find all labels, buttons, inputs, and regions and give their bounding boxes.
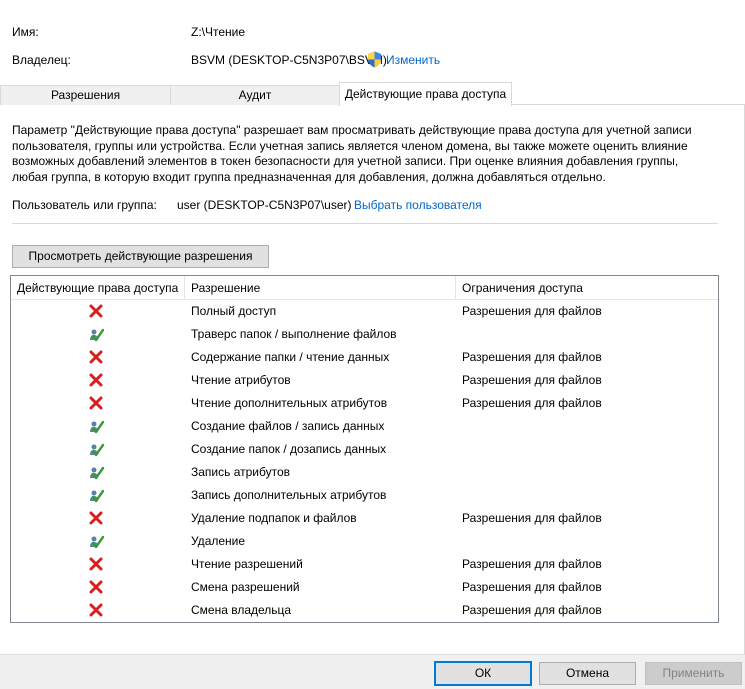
table-row[interactable]: Содержание папки / чтение данных Разрешен… xyxy=(11,346,718,369)
table-row[interactable]: Смена разрешений Разрешения для файлов xyxy=(11,576,718,599)
column-header-permission[interactable]: Разрешение xyxy=(191,281,260,295)
column-header-effective-access[interactable]: Действующие права доступа xyxy=(17,281,178,295)
ok-button[interactable]: ОК xyxy=(434,661,532,686)
allowed-check-icon xyxy=(89,534,105,549)
tab-permissions[interactable]: Разрешения xyxy=(0,85,171,105)
table-row[interactable]: Траверс папок / выполнение файлов xyxy=(11,323,718,346)
access-limited-by: Разрешения для файлов xyxy=(462,580,602,594)
effective-access-table: Действующие права доступа Разрешение Огр… xyxy=(10,275,719,623)
permission-name: Удаление xyxy=(191,534,246,548)
column-separator[interactable] xyxy=(184,276,185,299)
column-header-access-limited-by[interactable]: Ограничения доступа xyxy=(462,281,583,295)
owner-label: Владелец: xyxy=(12,53,71,67)
permission-name: Чтение атрибутов xyxy=(191,373,291,387)
denied-x-icon xyxy=(89,350,103,364)
table-row[interactable]: Запись дополнительных атрибутов xyxy=(11,484,718,507)
table-row[interactable]: Чтение дополнительных атрибутов Разрешени… xyxy=(11,392,718,415)
table-header: Действующие права доступа Разрешение Огр… xyxy=(11,276,718,300)
access-limited-by: Разрешения для файлов xyxy=(462,603,602,617)
denied-x-icon xyxy=(89,304,103,318)
change-owner-link[interactable]: Изменить xyxy=(386,53,440,67)
table-row[interactable]: Полный доступ Разрешения для файлов xyxy=(11,300,718,323)
allowed-check-icon xyxy=(89,488,105,503)
denied-x-icon xyxy=(89,557,103,571)
divider xyxy=(12,223,718,224)
access-limited-by: Разрешения для файлов xyxy=(462,396,602,410)
cancel-button[interactable]: Отмена xyxy=(539,662,636,685)
allowed-check-icon xyxy=(89,465,105,480)
permission-name: Чтение разрешений xyxy=(191,557,303,571)
permission-name: Чтение дополнительных атрибутов xyxy=(191,396,388,410)
apply-button[interactable]: Применить xyxy=(645,662,742,685)
permission-name: Траверс папок / выполнение файлов xyxy=(191,327,397,341)
view-effective-access-button[interactable]: Просмотреть действующие разрешения xyxy=(12,245,269,268)
table-row[interactable]: Чтение разрешений Разрешения для файлов xyxy=(11,553,718,576)
permission-name: Полный доступ xyxy=(191,304,277,318)
access-limited-by: Разрешения для файлов xyxy=(462,511,602,525)
table-row[interactable]: Удаление xyxy=(11,530,718,553)
tab-effective-access[interactable]: Действующие права доступа xyxy=(339,82,512,106)
access-limited-by: Разрешения для файлов xyxy=(462,373,602,387)
denied-x-icon xyxy=(89,396,103,410)
column-separator[interactable] xyxy=(455,276,456,299)
permission-name: Содержание папки / чтение данных xyxy=(191,350,390,364)
permission-name: Запись атрибутов xyxy=(191,465,291,479)
access-limited-by: Разрешения для файлов xyxy=(462,304,602,318)
access-limited-by: Разрешения для файлов xyxy=(462,350,602,364)
name-label: Имя: xyxy=(12,25,39,39)
table-row[interactable]: Создание папок / дозапись данных xyxy=(11,438,718,461)
permission-name: Удаление подпапок и файлов xyxy=(191,511,357,525)
permission-name: Запись дополнительных атрибутов xyxy=(191,488,387,502)
denied-x-icon xyxy=(89,373,103,387)
allowed-check-icon xyxy=(89,419,105,434)
permission-name: Создание папок / дозапись данных xyxy=(191,442,387,456)
table-row[interactable]: Смена владельца Разрешения для файлов xyxy=(11,599,718,622)
object-name-value: Z:\Чтение xyxy=(191,25,246,39)
denied-x-icon xyxy=(89,603,103,617)
description-text: Параметр "Действующие права доступа" раз… xyxy=(12,123,692,184)
permission-name: Создание файлов / запись данных xyxy=(191,419,385,433)
owner-value: BSVM (DESKTOP-C5N3P07\BSVM) xyxy=(191,53,387,67)
table-row[interactable]: Запись атрибутов xyxy=(11,461,718,484)
uac-shield-icon xyxy=(367,51,382,68)
select-user-link[interactable]: Выбрать пользователя xyxy=(354,198,482,212)
user-group-label: Пользователь или группа: xyxy=(12,198,157,212)
denied-x-icon xyxy=(89,511,103,525)
table-row[interactable]: Создание файлов / запись данных xyxy=(11,415,718,438)
table-row[interactable]: Удаление подпапок и файлов Разрешения для… xyxy=(11,507,718,530)
permission-name: Смена владельца xyxy=(191,603,292,617)
denied-x-icon xyxy=(89,580,103,594)
allowed-check-icon xyxy=(89,327,105,342)
permission-name: Смена разрешений xyxy=(191,580,300,594)
tab-audit[interactable]: Аудит xyxy=(170,85,340,105)
access-limited-by: Разрешения для файлов xyxy=(462,557,602,571)
user-group-value: user (DESKTOP-C5N3P07\user) xyxy=(177,198,352,212)
table-row[interactable]: Чтение атрибутов Разрешения для файлов xyxy=(11,369,718,392)
allowed-check-icon xyxy=(89,442,105,457)
